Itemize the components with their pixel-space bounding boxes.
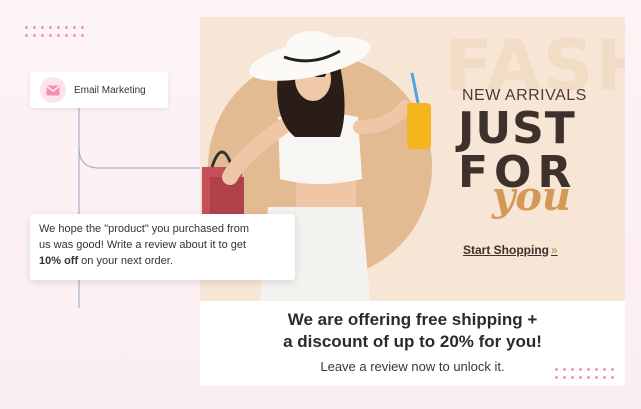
discount-highlight: 10% off xyxy=(39,255,79,267)
start-shopping-link[interactable]: Start Shopping» xyxy=(463,243,558,257)
email-marketing-label: Email Marketing xyxy=(74,84,146,96)
offer-line-1: We are offering free shipping + xyxy=(287,310,538,329)
review-request-message: We hope the "product" you purchased from… xyxy=(30,214,295,280)
review-text-line-3: 10% off on your next order. xyxy=(39,253,286,269)
review-text-line-2: us was good! Write a review about it to … xyxy=(39,239,247,251)
double-chevron-right-icon: » xyxy=(551,243,558,257)
decor-dots-top-left xyxy=(25,26,84,37)
review-text-line-1: We hope the "product" you purchased from xyxy=(39,223,250,235)
offer-line-2: a discount of up to 20% for you! xyxy=(283,332,542,351)
review-text-line-3-rest: on your next order. xyxy=(78,255,173,267)
email-marketing-node[interactable]: Email Marketing xyxy=(30,72,168,108)
mail-icon xyxy=(40,77,66,103)
decor-dots-bottom-right xyxy=(555,368,614,379)
start-shopping-label: Start Shopping xyxy=(463,243,549,257)
you-text: you xyxy=(492,173,572,220)
